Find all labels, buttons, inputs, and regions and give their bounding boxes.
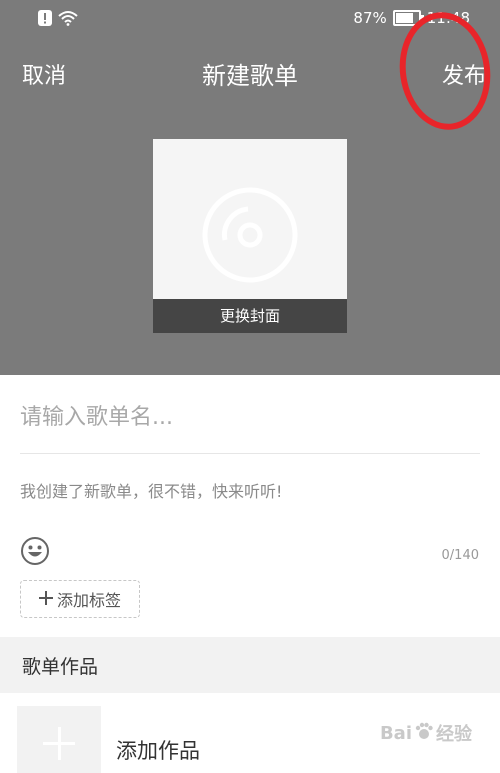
battery-percent: 87% bbox=[353, 9, 387, 27]
publish-button[interactable]: 发布 bbox=[442, 58, 486, 90]
add-work-label: 添加作品 bbox=[116, 739, 200, 763]
add-work-thumb[interactable] bbox=[17, 706, 101, 773]
watermark-suffix: 经验 bbox=[436, 724, 472, 745]
wifi-icon bbox=[58, 10, 78, 30]
status-bar: 87% 11:48 bbox=[0, 0, 500, 38]
add-tag-button[interactable]: 添加标签 bbox=[20, 580, 140, 618]
smiley-icon[interactable] bbox=[20, 536, 50, 570]
page-title: 新建歌单 bbox=[202, 62, 298, 90]
paw-icon bbox=[414, 721, 434, 746]
watermark-text: Bai bbox=[379, 722, 412, 744]
works-section-title: 歌单作品 bbox=[22, 656, 99, 678]
cover-picker[interactable]: 更换封面 bbox=[153, 139, 347, 333]
alert-icon bbox=[38, 10, 52, 30]
status-left bbox=[38, 10, 78, 30]
nav-bar: 取消 新建歌单 发布 bbox=[0, 52, 500, 92]
playlist-name-input[interactable] bbox=[20, 395, 480, 440]
header-area: 87% 11:48 取消 新建歌单 发布 更换封面 bbox=[0, 0, 500, 375]
divider bbox=[20, 453, 480, 454]
status-right: 87% 11:48 bbox=[353, 9, 470, 27]
baidu-watermark: Bai 经验 bbox=[380, 720, 472, 746]
add-tag-label: 添加标签 bbox=[56, 591, 121, 610]
battery-icon bbox=[392, 10, 424, 26]
char-counter: 0/140 bbox=[441, 548, 479, 563]
works-section-header: 歌单作品 bbox=[0, 637, 500, 693]
change-cover-button[interactable]: 更换封面 bbox=[153, 299, 347, 333]
disc-icon bbox=[202, 187, 298, 283]
status-time: 11:48 bbox=[426, 9, 470, 27]
description-input[interactable] bbox=[20, 478, 480, 510]
plus-icon bbox=[38, 590, 53, 609]
